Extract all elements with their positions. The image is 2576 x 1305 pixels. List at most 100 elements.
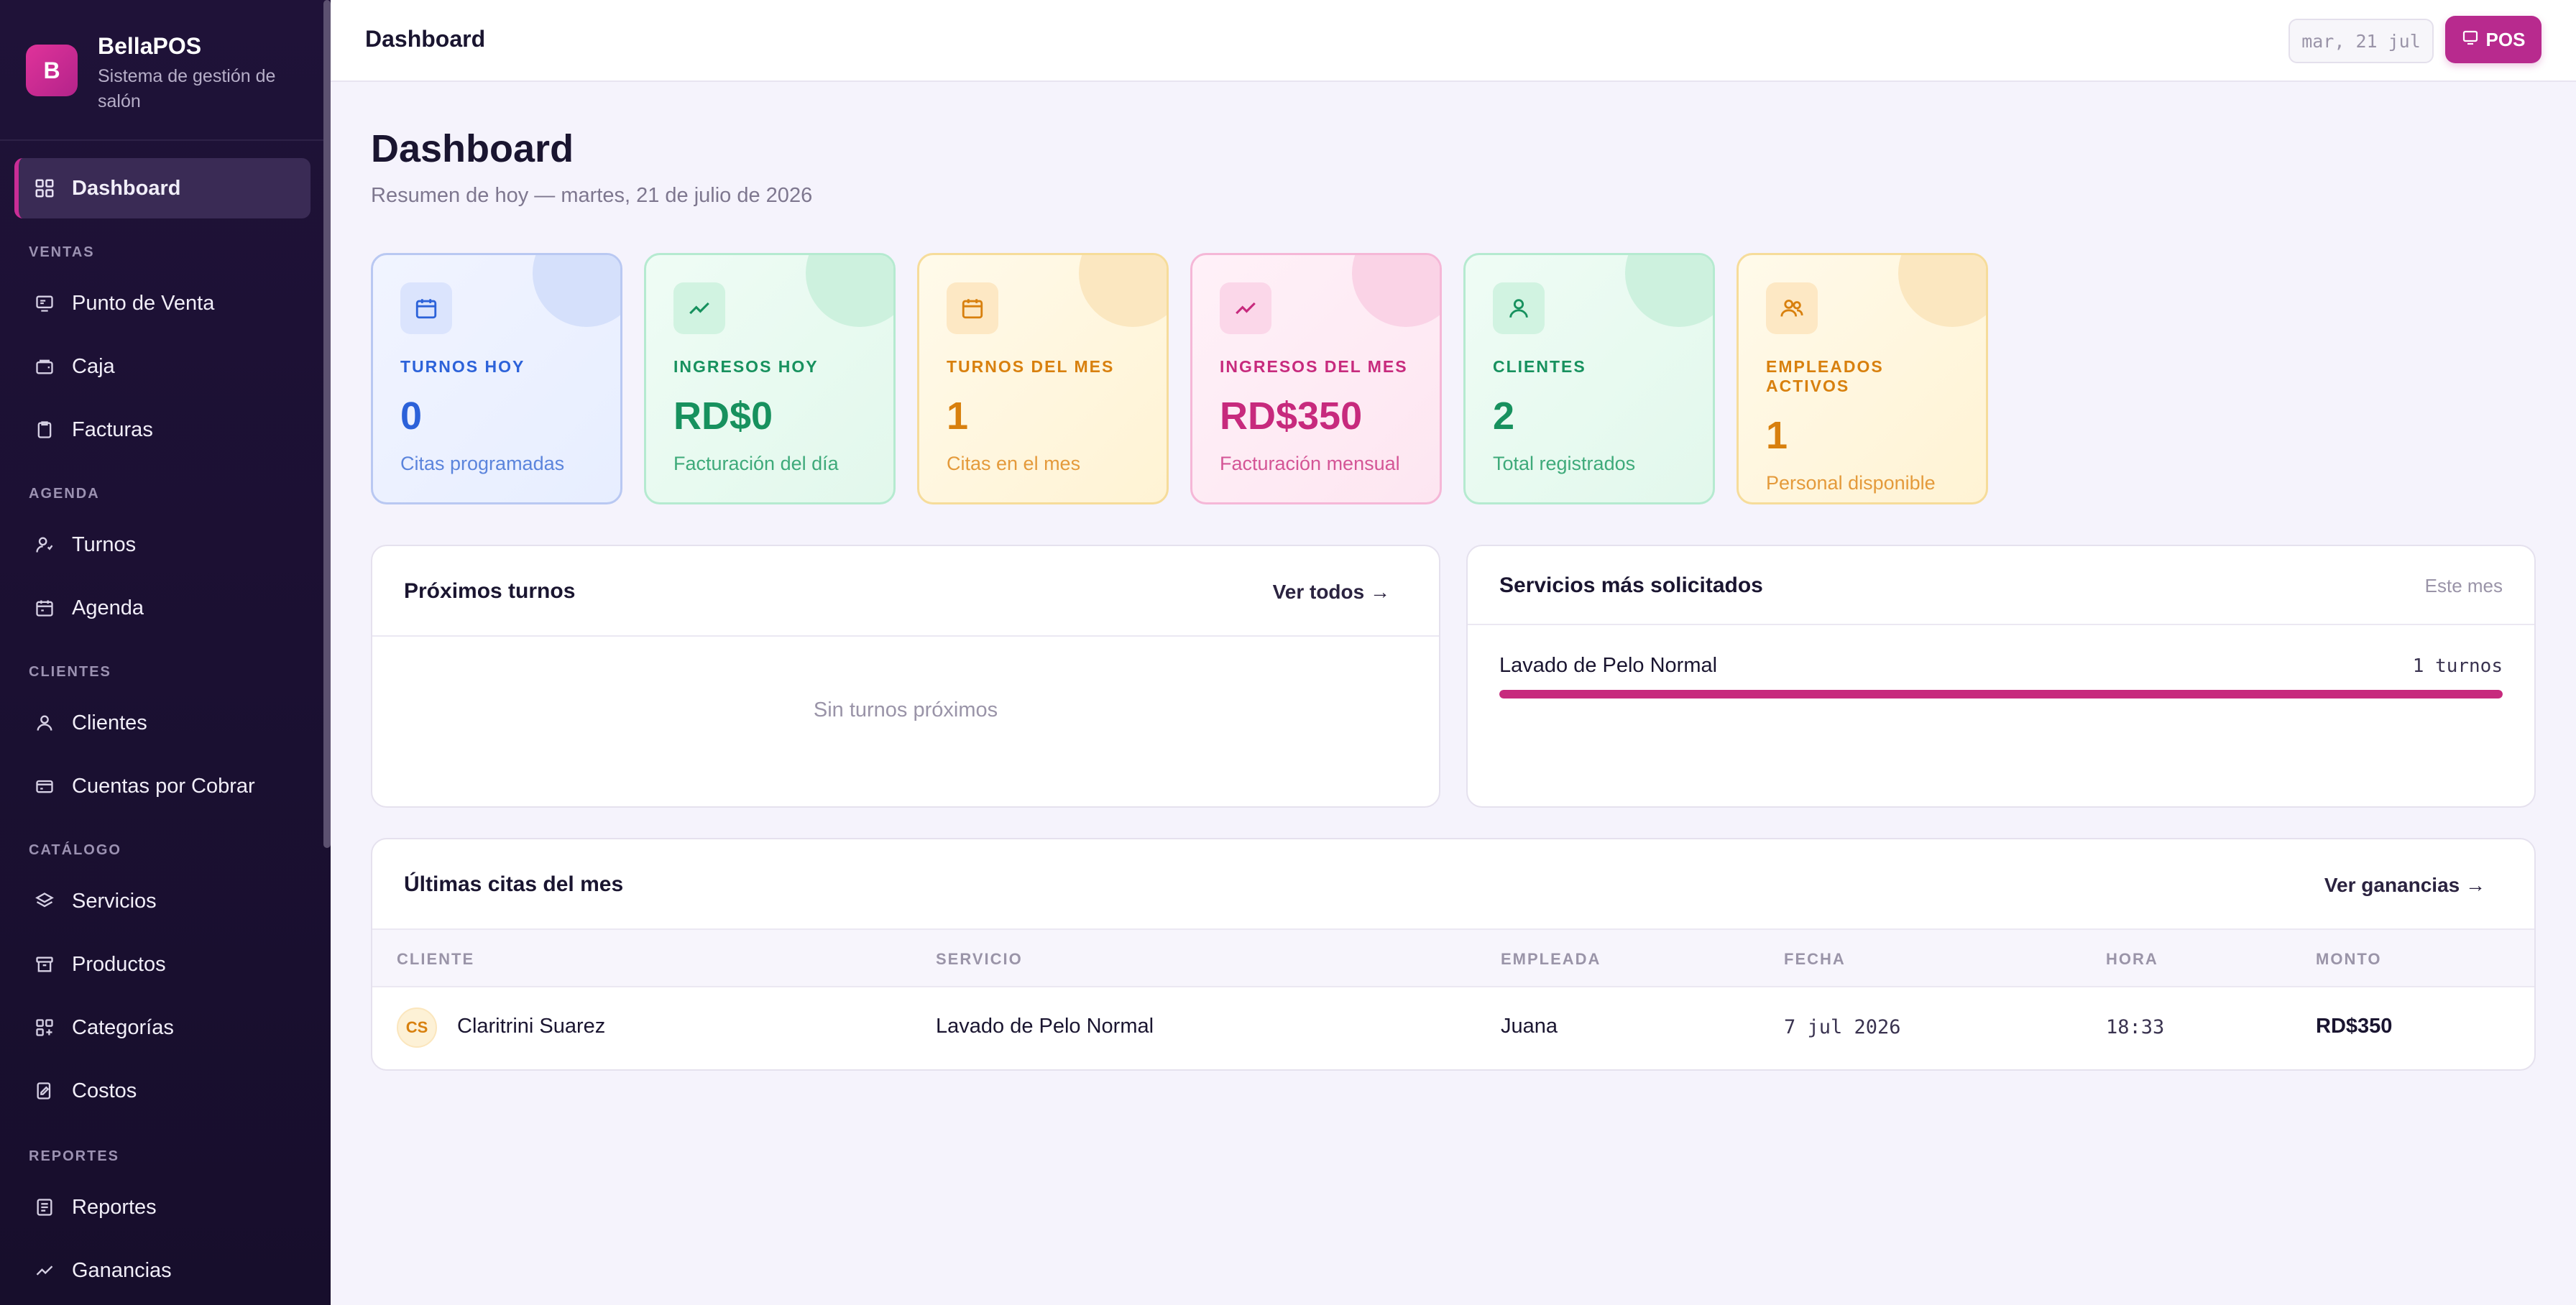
layers-icon <box>33 890 56 913</box>
wallet-icon <box>33 355 56 378</box>
stat-card-empleados-activos: EMPLEADOS ACTIVOS 1 Personal disponible <box>1736 253 1988 504</box>
sidebar-item-ganancias[interactable]: Ganancias <box>14 1240 310 1301</box>
service-name: Lavado de Pelo Normal <box>1499 654 1718 677</box>
brand: B BellaPOS Sistema de gestión de salón <box>26 32 285 114</box>
sidebar-item-label: Costos <box>72 1079 137 1102</box>
view-all-link[interactable]: Ver todos → <box>1273 581 1390 604</box>
sidebar-item-cuentas-por-cobrar[interactable]: Cuentas por Cobrar <box>14 756 310 816</box>
column-header-hora[interactable]: HORA <box>2106 950 2158 969</box>
brand-name: BellaPOS <box>98 33 202 59</box>
stat-value: RD$0 <box>673 395 773 438</box>
page-title: Dashboard <box>371 127 574 170</box>
service-progress-fill <box>1499 690 2503 698</box>
calendar-icon <box>400 282 452 334</box>
column-header-servicio[interactable]: SERVICIO <box>936 950 1023 969</box>
column-header-fecha[interactable]: FECHA <box>1784 950 1846 969</box>
cell-cliente: Claritrini Suarez <box>457 1015 606 1038</box>
section-label-ventas: VENTAS <box>29 244 95 260</box>
stat-label: CLIENTES <box>1493 357 1586 376</box>
card-decoration <box>806 255 893 327</box>
sidebar-item-label: Productos <box>72 952 166 976</box>
trend-icon <box>1220 282 1271 334</box>
cell-hora: 18:33 <box>2106 1016 2165 1038</box>
stat-card-ingresos-hoy: INGRESOS HOY RD$0 Facturación del día <box>644 253 896 504</box>
stat-value: 1 <box>1766 414 1788 457</box>
stat-card-ingresos-del-mes: INGRESOS DEL MES RD$350 Facturación mens… <box>1190 253 1442 504</box>
column-header-empleada[interactable]: EMPLEADA <box>1501 950 1601 969</box>
user-clock-icon <box>33 533 56 556</box>
sidebar-item-label: Agenda <box>72 596 144 619</box>
stat-description: Citas programadas <box>400 453 565 474</box>
trend-icon <box>33 1259 56 1282</box>
grid-icon <box>33 177 56 200</box>
table-header: CLIENTE SERVICIO EMPLEADA FECHA HORA MON… <box>372 928 2534 987</box>
top-bar: Dashboard mar, 21 jul POS <box>331 0 2576 82</box>
sidebar-item-label: Dashboard <box>72 176 181 200</box>
sidebar-item-dashboard[interactable]: Dashboard <box>14 158 310 218</box>
sidebar-item-label: Servicios <box>72 889 157 913</box>
user-icon <box>33 711 56 734</box>
stat-value: 2 <box>1493 395 1515 438</box>
grid-plus-icon <box>33 1016 56 1039</box>
sidebar-item-reportes[interactable]: Reportes <box>14 1177 310 1237</box>
card-decoration <box>1898 255 1986 327</box>
sidebar-item-categorias[interactable]: Categorías <box>14 997 310 1058</box>
card-decoration <box>533 255 620 327</box>
topbar-title: Dashboard <box>365 26 486 52</box>
stat-description: Facturación del día <box>673 453 839 474</box>
stat-description: Citas en el mes <box>947 453 1081 474</box>
sidebar-item-punto-de-venta[interactable]: Punto de Venta <box>14 273 310 333</box>
column-header-monto[interactable]: MONTO <box>2316 950 2381 969</box>
view-earnings-link[interactable]: Ver ganancias → <box>2324 874 2485 897</box>
column-header-cliente[interactable]: CLIENTE <box>397 950 474 969</box>
sidebar-scrollbar[interactable] <box>323 0 331 848</box>
stat-value: RD$350 <box>1220 395 1363 438</box>
empty-state-message: Sin turnos próximos <box>813 698 998 721</box>
panel-title: Últimas citas del mes <box>404 872 624 896</box>
sidebar-divider <box>0 139 323 141</box>
avatar: CS <box>397 1007 437 1048</box>
sidebar-item-label: Cuentas por Cobrar <box>72 774 255 798</box>
sidebar-item-caja[interactable]: Caja <box>14 336 310 397</box>
cell-empleada: Juana <box>1501 1015 1558 1038</box>
sidebar-item-agenda[interactable]: Agenda <box>14 578 310 638</box>
sidebar-item-label: Categorías <box>72 1015 174 1039</box>
sidebar-item-clientes[interactable]: Clientes <box>14 693 310 753</box>
recent-appointments-panel: Últimas citas del mes Ver ganancias → CL… <box>371 838 2536 1071</box>
date-chip: mar, 21 jul <box>2288 19 2434 63</box>
stat-label: TURNOS HOY <box>400 357 525 376</box>
sidebar-item-label: Punto de Venta <box>72 291 215 315</box>
stat-description: Facturación mensual <box>1220 453 1400 474</box>
brand-subtitle: Sistema de gestión de salón <box>98 66 276 111</box>
report-icon <box>33 1196 56 1219</box>
upcoming-appointments-panel: Próximos turnos Ver todos → Sin turnos p… <box>371 545 1440 808</box>
stat-label: EMPLEADOS ACTIVOS <box>1766 357 1884 395</box>
sidebar-item-facturas[interactable]: Facturas <box>14 400 310 460</box>
stat-card-turnos-hoy: TURNOS HOY 0 Citas programadas <box>371 253 622 504</box>
stat-label: INGRESOS HOY <box>673 357 819 376</box>
stat-description: Personal disponible <box>1766 472 1936 494</box>
calendar-icon <box>33 596 56 619</box>
sidebar-item-servicios[interactable]: Servicios <box>14 871 310 931</box>
service-count: 1 turnos <box>2412 655 2503 677</box>
stat-value: 1 <box>947 395 969 438</box>
calendar-icon <box>947 282 998 334</box>
panel-title: Servicios más solicitados <box>1499 573 1763 597</box>
sidebar-item-costos[interactable]: Costos <box>14 1061 310 1121</box>
stat-label: INGRESOS DEL MES <box>1220 357 1408 376</box>
page-subtitle: Resumen de hoy — martes, 21 de julio de … <box>371 184 813 207</box>
sidebar-item-label: Ganancias <box>72 1258 172 1282</box>
stat-description: Total registrados <box>1493 453 1636 474</box>
pos-button[interactable]: POS <box>2445 16 2542 63</box>
panel-title: Próximos turnos <box>404 579 576 603</box>
stat-value: 0 <box>400 395 423 438</box>
panel-divider <box>372 635 1439 637</box>
card-decoration <box>1352 255 1440 327</box>
clipboard-icon <box>33 418 56 441</box>
sidebar: B BellaPOS Sistema de gestión de salón D… <box>0 0 331 1305</box>
section-label-reportes: REPORTES <box>29 1148 120 1164</box>
card-icon <box>33 775 56 798</box>
sidebar-item-productos[interactable]: Productos <box>14 934 310 995</box>
cell-fecha: 7 jul 2026 <box>1784 1016 1901 1038</box>
sidebar-item-turnos[interactable]: Turnos <box>14 515 310 575</box>
